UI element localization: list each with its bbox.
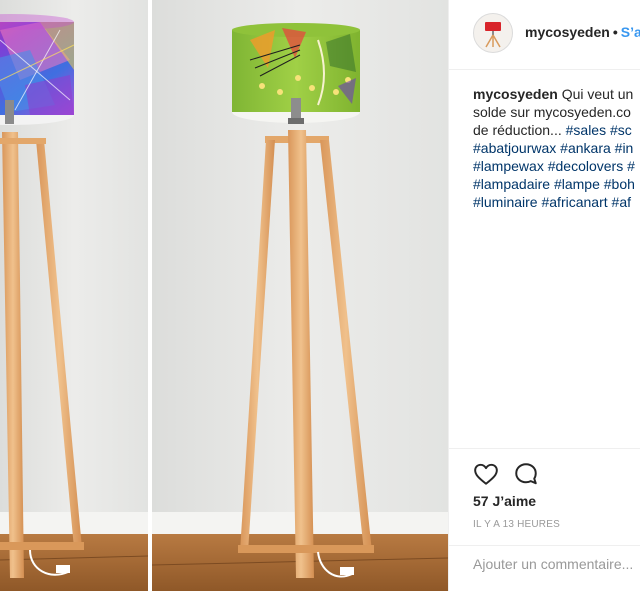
- post-image[interactable]: [0, 0, 448, 591]
- hashtag[interactable]: #ankara: [560, 140, 611, 156]
- follow-button[interactable]: S’abonner: [621, 24, 640, 40]
- hashtag[interactable]: #luminaire: [473, 194, 538, 210]
- post-sidebar: mycosyeden•S’abonner mycosyeden Qui veut…: [448, 0, 640, 591]
- like-button[interactable]: [473, 461, 499, 487]
- hashtag[interactable]: #: [627, 158, 635, 174]
- comment-input[interactable]: [473, 556, 640, 572]
- avatar[interactable]: [473, 13, 513, 53]
- comment-bar: [449, 545, 640, 589]
- hashtag[interactable]: #decolovers: [548, 158, 624, 174]
- lamp-photo: [0, 0, 448, 591]
- comment-button[interactable]: [513, 461, 539, 487]
- hashtag[interactable]: #in: [615, 140, 634, 156]
- caption-text-2: solde sur mycosyeden.co: [473, 104, 631, 120]
- caption-username[interactable]: mycosyeden: [473, 86, 558, 102]
- hashtag[interactable]: #lampadaire: [473, 176, 550, 192]
- hashtag[interactable]: #lampe: [554, 176, 600, 192]
- avatar-lamp-icon: [485, 22, 501, 48]
- hashtag[interactable]: #boh: [604, 176, 635, 192]
- hashtag[interactable]: #sales: [566, 122, 606, 138]
- caption-text-1: Qui veut un: [561, 86, 634, 102]
- hashtag[interactable]: #sc: [610, 122, 632, 138]
- hashtag[interactable]: #af: [612, 194, 631, 210]
- caption-text-3: de réduction...: [473, 122, 562, 138]
- hashtag[interactable]: #abatjourwax: [473, 140, 556, 156]
- heart-icon: [474, 463, 498, 485]
- header-separator: •: [612, 24, 618, 40]
- comment-bubble-icon: [515, 463, 537, 485]
- header-username[interactable]: mycosyeden: [525, 24, 610, 40]
- hashtag[interactable]: #lampewax: [473, 158, 544, 174]
- post-header: mycosyeden•S’abonner: [449, 0, 640, 70]
- post-timestamp[interactable]: IL Y A 13 HEURES: [473, 519, 560, 530]
- post-actions: 57 J’aime IL Y A 13 HEURES: [449, 448, 640, 588]
- likes-count[interactable]: 57 J’aime: [473, 493, 536, 509]
- hashtag[interactable]: #africanart: [541, 194, 607, 210]
- post-caption: mycosyeden Qui veut un solde sur mycosye…: [473, 85, 640, 211]
